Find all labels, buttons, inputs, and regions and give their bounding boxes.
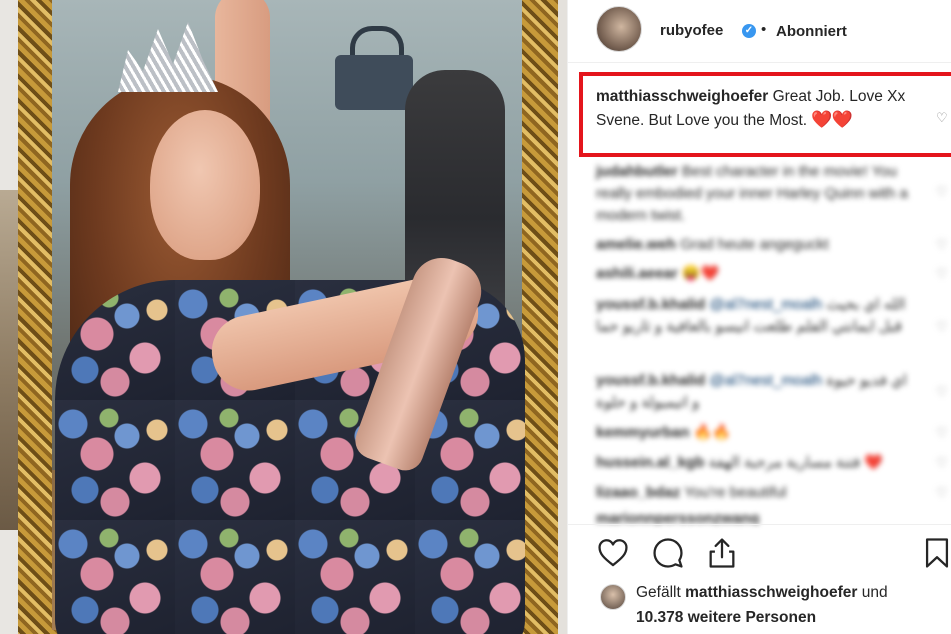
share-icon[interactable] <box>705 536 739 570</box>
comment-username[interactable]: youssf.b.khalid <box>596 372 705 389</box>
small-heart-icon[interactable]: ♡ <box>936 456 950 470</box>
small-heart-icon[interactable]: ♡ <box>936 111 950 125</box>
likes-count[interactable]: 10.378 weitere Personen <box>636 609 816 626</box>
small-heart-icon[interactable]: ♡ <box>936 185 950 199</box>
list-item: kemmyurban 🔥🔥 <box>596 422 916 444</box>
comment-username[interactable]: hussein.al_kgb <box>596 454 704 471</box>
comment-username[interactable]: judahbutler <box>596 163 678 180</box>
list-item: lizaao_bdaz You're beautiful <box>596 482 916 504</box>
comment-username[interactable]: marionnperssonzwang <box>596 510 759 524</box>
highlighted-comment: matthiasschweighoefer Great Job. Love Xx… <box>596 85 926 132</box>
comment-text: You're beautiful <box>684 484 787 501</box>
comment-bubble-icon[interactable] <box>651 536 685 570</box>
bookmark-icon[interactable] <box>920 536 951 570</box>
woman-face <box>150 110 260 260</box>
divider <box>568 62 951 63</box>
avatar[interactable] <box>596 6 642 52</box>
likes-text[interactable]: Gefällt matthiasschweighoefer und 10.378… <box>636 580 946 630</box>
follow-status-button[interactable]: Abonniert <box>776 23 847 40</box>
small-heart-icon[interactable]: ♡ <box>936 267 950 281</box>
small-heart-icon[interactable]: ♡ <box>936 320 950 334</box>
heart-emoji: ❤️❤️ <box>811 110 852 129</box>
heart-outline-icon[interactable] <box>596 536 630 570</box>
likes-conjunction: und <box>861 584 888 601</box>
list-item: judahbutler Best character in the movie!… <box>596 161 916 227</box>
list-item: amelie.weh Grad heute angeguckt <box>596 234 916 256</box>
comment-text: فتنة مسارية مرحبة الهفة <box>708 454 861 471</box>
comment-username[interactable]: matthiasschweighoefer <box>596 88 768 105</box>
post-header: rubyofee ✓ • Abonniert <box>568 0 951 62</box>
comment-emoji: 😝❤️ <box>681 265 720 282</box>
small-heart-icon[interactable]: ♡ <box>936 385 950 399</box>
post-username[interactable]: rubyofee <box>660 22 723 39</box>
comment-username[interactable]: youssf.b.khalid <box>596 296 705 313</box>
comment-emoji: 🔥🔥 <box>693 424 731 441</box>
divider <box>568 524 951 525</box>
list-item: hussein.al_kgb فتنة مسارية مرحبة الهفة ❤… <box>596 452 916 474</box>
small-heart-icon[interactable]: ♡ <box>936 426 950 440</box>
avatar[interactable] <box>600 584 626 610</box>
comment-username[interactable]: ashili.aeear <box>596 265 678 282</box>
verified-badge-icon: ✓ <box>742 24 756 38</box>
small-heart-icon[interactable]: ♡ <box>936 238 950 252</box>
separator-dot: • <box>761 21 767 38</box>
comment-mention[interactable]: @al7nest_moalh <box>709 372 822 389</box>
comment-mention[interactable]: @al7nest_moalh <box>709 296 822 313</box>
small-heart-icon[interactable]: ♡ <box>936 486 950 500</box>
comment-username[interactable]: kemmyurban <box>596 424 689 441</box>
handbag <box>335 55 413 110</box>
likes-username[interactable]: matthiasschweighoefer <box>685 584 857 601</box>
list-item: youssf.b.khalid @al7nest_moalh الله اي ب… <box>596 294 916 338</box>
list-item: ashili.aeear 😝❤️ <box>596 263 916 285</box>
post-photo[interactable] <box>0 0 567 634</box>
comment-username[interactable]: amelie.weh <box>596 236 676 253</box>
comment-username[interactable]: lizaao_bdaz <box>596 484 680 501</box>
likes-prefix: Gefällt <box>636 584 681 601</box>
comment-emoji: ❤️ <box>864 454 884 471</box>
list-item: marionnperssonzwang <box>596 508 916 524</box>
comment-text: Grad heute angeguckt <box>680 236 829 253</box>
post-side-panel: rubyofee ✓ • Abonniert matthiasschweigho… <box>567 0 951 634</box>
list-item: youssf.b.khalid @al7nest_moalh اي فديو ح… <box>596 370 916 414</box>
